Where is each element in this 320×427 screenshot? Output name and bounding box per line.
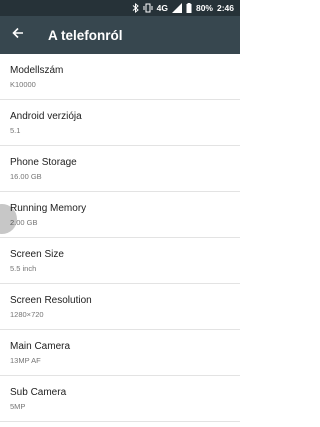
settings-list: Modellszám K10000 Android verziója 5.1 P… bbox=[0, 54, 240, 422]
item-value: 5MP bbox=[10, 402, 26, 411]
item-title: Screen Size bbox=[10, 249, 64, 260]
item-title: Modellszám bbox=[10, 65, 64, 76]
item-value: 16.00 GB bbox=[10, 172, 42, 181]
battery-icon bbox=[186, 3, 192, 13]
status-bar: 4G 80% 2:46 bbox=[0, 0, 240, 16]
list-item-screen-resolution[interactable]: Screen Resolution 1280×720 bbox=[0, 284, 240, 330]
app-bar: A telefonról bbox=[0, 16, 240, 54]
item-value: K10000 bbox=[10, 80, 36, 89]
item-title: Android verziója bbox=[10, 111, 82, 122]
item-title: Sub Camera bbox=[10, 387, 67, 398]
signal-icon bbox=[171, 3, 182, 13]
item-title: Phone Storage bbox=[10, 157, 77, 168]
list-item-screen-size[interactable]: Screen Size 5.5 inch bbox=[0, 238, 240, 284]
item-title: Main Camera bbox=[10, 341, 71, 352]
list-item-android-version[interactable]: Android verziója 5.1 bbox=[0, 100, 240, 146]
item-value: 5.1 bbox=[10, 126, 21, 135]
list-item-running-memory[interactable]: Running Memory 2.00 GB bbox=[0, 192, 240, 238]
battery-percent: 80% bbox=[195, 3, 213, 13]
item-value: 13MP AF bbox=[10, 356, 41, 365]
vibrate-icon bbox=[143, 3, 153, 13]
list-item-phone-storage[interactable]: Phone Storage 16.00 GB bbox=[0, 146, 240, 192]
list-item-main-camera[interactable]: Main Camera 13MP AF bbox=[0, 330, 240, 376]
network-type: 4G bbox=[156, 3, 168, 13]
arrow-back-icon bbox=[12, 26, 24, 44]
clock: 2:46 bbox=[216, 3, 234, 13]
page-title: A telefonról bbox=[48, 27, 123, 43]
item-title: Screen Resolution bbox=[10, 295, 92, 306]
list-item-model-number[interactable]: Modellszám K10000 bbox=[0, 54, 240, 100]
item-value: 1280×720 bbox=[10, 310, 44, 319]
item-value: 2.00 GB bbox=[10, 218, 38, 227]
back-button[interactable] bbox=[0, 16, 36, 54]
bluetooth-icon bbox=[132, 3, 139, 13]
item-title: Running Memory bbox=[10, 203, 87, 214]
item-value: 5.5 inch bbox=[10, 264, 37, 273]
list-item-sub-camera[interactable]: Sub Camera 5MP bbox=[0, 376, 240, 422]
